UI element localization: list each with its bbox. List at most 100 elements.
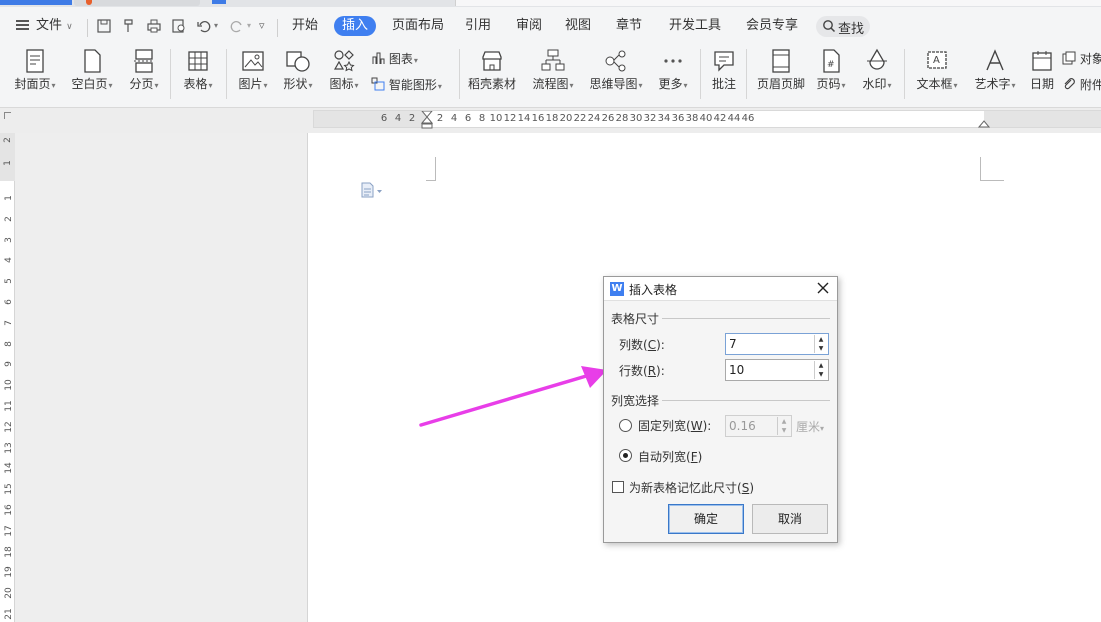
redo-dropdown-icon[interactable]: ▾ xyxy=(247,21,251,30)
horizontal-ruler[interactable]: 6 4 2 2 4 6 8 10 12 14 16 18 20 22 24 26 28 30 32 34 36 38 40 4… xyxy=(313,110,1101,129)
rows-stepper[interactable]: ▲▼ xyxy=(725,359,829,381)
app-logo-icon xyxy=(86,0,92,5)
vertical-ruler-number: 4 xyxy=(4,257,14,264)
columns-stepper[interactable]: ▲▼ xyxy=(725,333,829,355)
comment-button[interactable]: 批注 xyxy=(708,48,740,100)
customize-quick-access-icon[interactable]: ▿ xyxy=(259,19,265,32)
picture-button[interactable]: 图片▾ xyxy=(233,48,273,100)
smart-graphic-button[interactable]: 智能图形▾ xyxy=(371,76,442,94)
svg-text:#: # xyxy=(827,60,835,70)
fixed-width-label: 固定列宽(W): xyxy=(638,419,712,433)
shape-button[interactable]: 形状▾ xyxy=(278,48,318,100)
chevron-down-icon: ∨ xyxy=(66,22,73,32)
columns-input[interactable] xyxy=(729,336,809,352)
tab-3[interactable]: 引用 xyxy=(465,16,491,36)
blank-page-button[interactable]: 空白页▾ xyxy=(67,48,117,100)
paragraph-layout-icon[interactable] xyxy=(360,182,384,198)
vertical-ruler-number: 17 xyxy=(4,525,14,537)
tab-2[interactable]: 页面布局 xyxy=(392,16,444,36)
rows-spin-arrows[interactable]: ▲ ▼ xyxy=(814,361,827,379)
document-tab-strip[interactable] xyxy=(74,0,200,6)
spin-down-icon[interactable]: ▼ xyxy=(815,344,827,353)
auto-width-radio[interactable] xyxy=(619,449,632,462)
redo-icon[interactable] xyxy=(228,17,246,35)
date-button[interactable]: 日期 xyxy=(1027,48,1057,100)
spin-up-icon[interactable]: ▲ xyxy=(815,361,827,370)
tab-5[interactable]: 视图 xyxy=(565,16,591,36)
title-bar-empty xyxy=(455,0,1101,6)
tab-1[interactable]: 插入 xyxy=(334,16,377,36)
right-indent-marker-icon[interactable] xyxy=(978,117,990,129)
paperclip-icon xyxy=(1064,78,1075,90)
tab-0[interactable]: 开始 xyxy=(292,16,318,36)
attachment-button[interactable]: 附件 xyxy=(1062,76,1101,94)
hamburger-icon[interactable] xyxy=(16,20,29,30)
search-button[interactable]: 查找 xyxy=(816,16,870,37)
page-number-icon: # xyxy=(823,49,840,73)
remember-size-checkbox[interactable] xyxy=(612,481,624,493)
cover-page-button[interactable]: 封面页▾ xyxy=(10,48,60,100)
more-icon xyxy=(664,59,682,63)
fixed-width-input xyxy=(729,418,775,434)
mind-map-button[interactable]: 思维导图▾ xyxy=(586,48,646,100)
print-icon[interactable] xyxy=(145,17,163,35)
tab-8[interactable]: 会员专享 xyxy=(746,16,798,36)
chart-button[interactable]: 图表▾ xyxy=(371,50,418,68)
vertical-ruler-number: 11 xyxy=(4,400,14,412)
ruler-right-margin xyxy=(984,111,1101,127)
tab-4[interactable]: 审阅 xyxy=(516,16,542,36)
store-icon xyxy=(482,51,502,71)
undo-icon[interactable] xyxy=(195,17,213,35)
icon-label: 图标 xyxy=(329,77,354,91)
vertical-ruler-number: 1 xyxy=(4,195,14,201)
mind-map-icon xyxy=(605,50,626,72)
format-painter-icon[interactable] xyxy=(120,17,138,35)
print-preview-icon[interactable] xyxy=(170,17,188,35)
remember-size-label: 为新表格记忆此尺寸(S) xyxy=(629,481,754,495)
vertical-ruler-number: 10 xyxy=(4,379,14,391)
ruler-number: 46 xyxy=(741,113,755,124)
spin-up-icon[interactable]: ▲ xyxy=(815,335,827,344)
more-button[interactable]: 更多▾ xyxy=(654,48,692,100)
dialog-title-bar[interactable]: W 插入表格 xyxy=(604,277,837,301)
insert-ribbon: 封面页▾ 空白页▾ 分页▾ 表格▾ 图片▾ 形状▾ 图标▾ 图表▾ 智能图形▾ … xyxy=(0,45,1101,108)
spin-down-icon[interactable]: ▼ xyxy=(815,370,827,379)
tab-7[interactable]: 开发工具 xyxy=(669,16,721,36)
wps-writer-window: 文件 ∨ ▾ ▾ ▿ 开始 插入 页面布局 引用 审阅 视图 章节 开发工具 会员专享 查找 封… xyxy=(0,0,1101,622)
icon-button[interactable]: 图标▾ xyxy=(324,48,364,100)
close-icon[interactable] xyxy=(815,280,831,296)
vertical-ruler-number: 15 xyxy=(4,483,14,495)
page-number-button[interactable]: # 页码▾ xyxy=(812,48,850,100)
daoke-material-button[interactable]: 稻壳素材 xyxy=(466,48,518,100)
crop-mark-top-left xyxy=(426,157,436,181)
insert-table-dialog: W 插入表格 表格尺寸 列数(C): ▲▼ 行数(R): ▲▼ 列宽选择 固定列… xyxy=(603,276,838,543)
text-box-button[interactable]: A 文本框▾ xyxy=(912,48,962,100)
save-icon[interactable] xyxy=(95,17,113,35)
file-menu[interactable]: 文件 ∨ xyxy=(36,16,73,36)
flowchart-label: 流程图 xyxy=(532,77,569,91)
fixed-width-radio[interactable] xyxy=(619,419,632,432)
rows-input[interactable] xyxy=(729,362,809,378)
object-button[interactable]: 对象 xyxy=(1062,50,1101,68)
shape-label: 形状 xyxy=(283,77,308,91)
cancel-button[interactable]: 取消 xyxy=(752,504,828,534)
table-button[interactable]: 表格▾ xyxy=(178,48,218,100)
cover-page-icon xyxy=(26,49,44,73)
undo-dropdown-icon[interactable]: ▾ xyxy=(214,21,218,30)
watermark-button[interactable]: 水印▾ xyxy=(857,48,897,100)
daoke-material-label: 稻壳素材 xyxy=(467,77,516,91)
word-art-button[interactable]: 艺术字▾ xyxy=(970,48,1020,100)
flowchart-button[interactable]: 流程图▾ xyxy=(528,48,578,100)
header-footer-button[interactable]: 页眉页脚 xyxy=(754,48,808,100)
tab-6[interactable]: 章节 xyxy=(616,16,642,36)
ok-button[interactable]: 确定 xyxy=(668,504,744,534)
vertical-ruler[interactable]: 1 2 3 4 5 6 7 8 9 10 11 12 13 14 15 16 17 18 19 20 21 xyxy=(0,133,15,622)
columns-spin-arrows[interactable]: ▲ ▼ xyxy=(814,335,827,353)
page-break-button[interactable]: 分页▾ xyxy=(124,48,164,100)
tab-stop-selector[interactable] xyxy=(4,112,11,119)
vertical-ruler-number: 5 xyxy=(4,278,14,285)
home-tab-strip[interactable] xyxy=(0,0,72,5)
column-width-group-label: 列宽选择 xyxy=(611,394,660,408)
smart-graphic-label: 智能图形 xyxy=(388,78,437,92)
table-label: 表格 xyxy=(183,77,208,91)
